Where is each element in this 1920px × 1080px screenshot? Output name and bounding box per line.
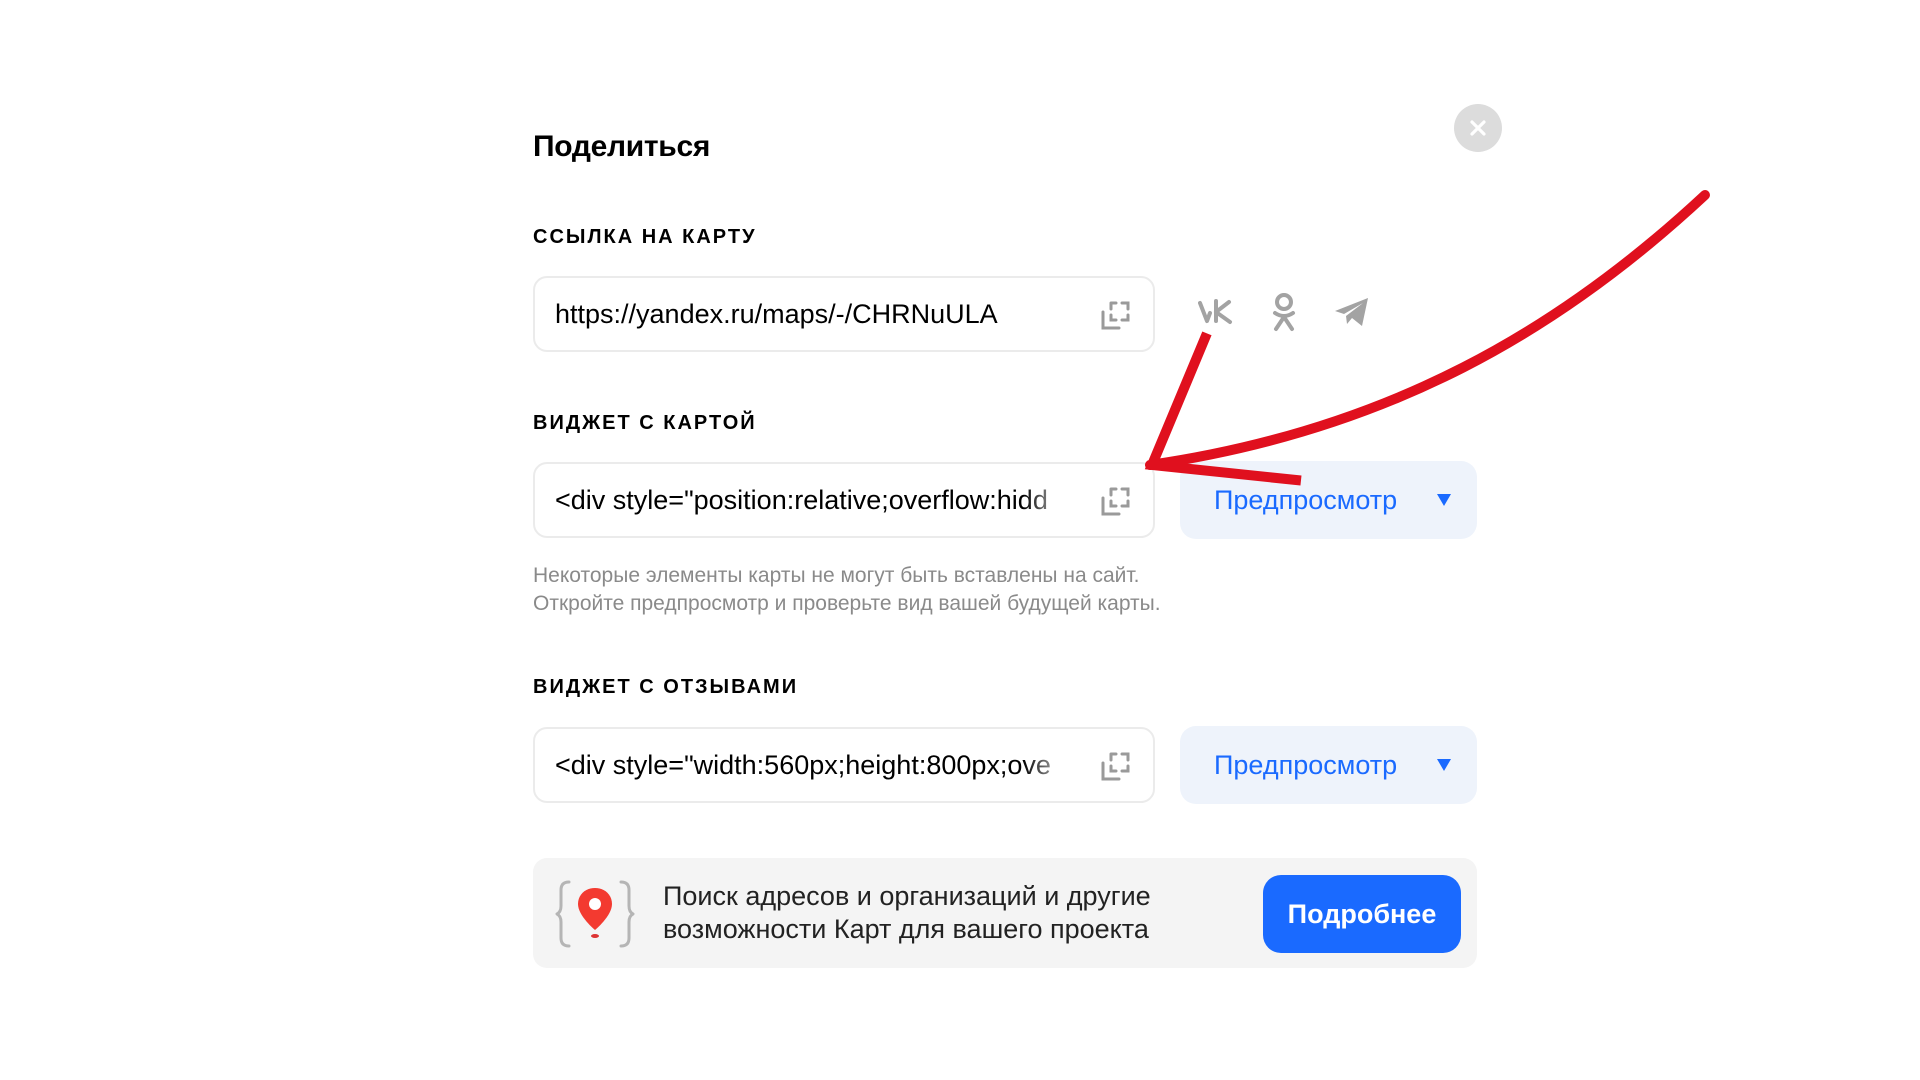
promo-text-line-1: Поиск адресов и организаций и другие: [663, 881, 1151, 911]
telegram-share-button[interactable]: [1330, 290, 1374, 334]
reviews-widget-section-label: ВИДЖЕТ С ОТЗЫВАМИ: [533, 676, 799, 698]
dropdown-arrow-icon: [1437, 759, 1451, 771]
share-dialog: Поделиться ССЫЛКА НА КАРТУ https://yande…: [0, 0, 1920, 1080]
close-button[interactable]: [1454, 104, 1502, 152]
vk-share-button[interactable]: [1194, 290, 1238, 334]
map-link-field[interactable]: https://yandex.ru/maps/-/CHRNuULA: [533, 276, 1155, 352]
close-icon: [1470, 120, 1486, 136]
hint-line-1: Некоторые элементы карты не могут быть в…: [533, 564, 1140, 587]
preview-label: Предпросмотр: [1214, 484, 1398, 515]
hint-line-2: Откройте предпросмотр и проверьте вид ва…: [533, 592, 1161, 615]
link-section-label: ССЫЛКА НА КАРТУ: [533, 226, 757, 248]
map-widget-preview-button[interactable]: Предпросмотр: [1180, 461, 1477, 539]
learn-more-button[interactable]: Подробнее: [1263, 875, 1461, 953]
map-link-value[interactable]: https://yandex.ru/maps/-/CHRNuULA: [555, 278, 1075, 350]
maps-api-promo: Поиск адресов и организаций и другие воз…: [533, 858, 1477, 968]
map-widget-section-label: ВИДЖЕТ С КАРТОЙ: [533, 412, 757, 434]
map-widget-hint: Некоторые элементы карты не могут быть в…: [533, 562, 1161, 618]
dropdown-arrow-icon: [1437, 494, 1451, 506]
promo-text-line-2: возможности Карт для вашего проекта: [663, 914, 1149, 944]
preview-label: Предпросмотр: [1214, 749, 1398, 780]
dialog-title: Поделиться: [533, 130, 711, 163]
reviews-widget-preview-button[interactable]: Предпросмотр: [1180, 726, 1477, 804]
reviews-widget-code-field[interactable]: <div style="width:560px;height:800px;ove: [533, 727, 1155, 803]
reviews-widget-code-value[interactable]: <div style="width:560px;height:800px;ove: [555, 729, 1075, 801]
copy-icon[interactable]: [1099, 485, 1133, 519]
copy-icon[interactable]: [1099, 299, 1133, 333]
promo-text: Поиск адресов и организаций и другие воз…: [663, 880, 1151, 946]
map-pin-braces-icon: [555, 880, 635, 948]
telegram-icon: [1335, 298, 1368, 326]
map-widget-code-field[interactable]: <div style="position:relative;overflow:h…: [533, 462, 1155, 538]
map-widget-code-value[interactable]: <div style="position:relative;overflow:h…: [555, 464, 1075, 536]
vk-icon: [1198, 299, 1232, 324]
copy-icon[interactable]: [1099, 750, 1133, 784]
odnoklassniki-share-button[interactable]: [1262, 290, 1306, 334]
odnoklassniki-icon: [1273, 293, 1295, 331]
